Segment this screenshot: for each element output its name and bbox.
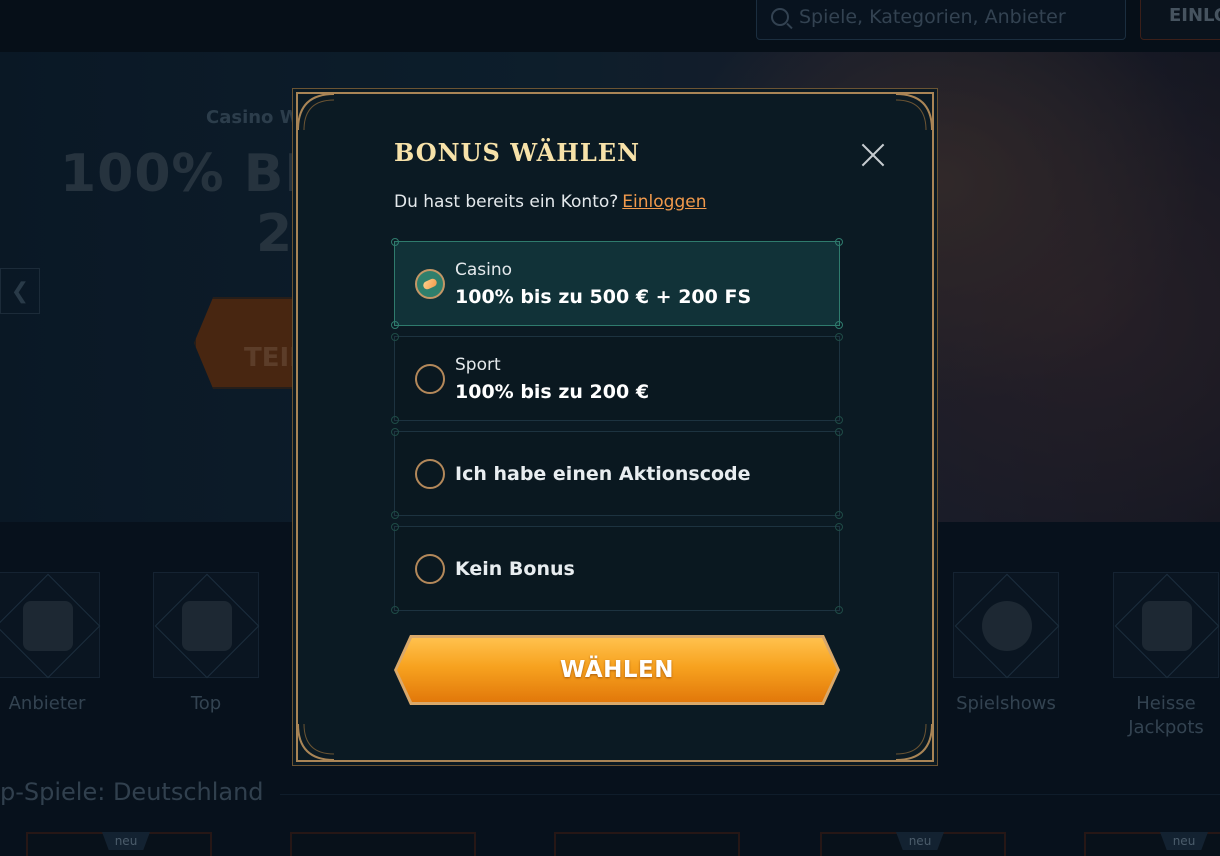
corner-ornament (297, 93, 335, 131)
bonus-modal: BONUS WÄHLEN Du hast bereits ein Konto? E… (296, 92, 934, 762)
bonus-option-sport[interactable]: Sport 100% bis zu 200 € (391, 333, 843, 424)
corner-ornament (895, 723, 933, 761)
modal-title: BONUS WÄHLEN (394, 138, 641, 167)
radio-none[interactable] (415, 554, 445, 584)
choose-bonus-label: WÄHLEN (397, 638, 837, 702)
close-icon[interactable] (856, 138, 890, 172)
choose-bonus-button[interactable]: WÄHLEN (394, 635, 840, 705)
login-link[interactable]: Einloggen (622, 192, 706, 212)
radio-promo-code[interactable] (415, 459, 445, 489)
option-description: 100% bis zu 500 € + 200 FS (455, 286, 752, 308)
corner-ornament (895, 93, 933, 131)
radio-sport[interactable] (415, 364, 445, 394)
option-name: Sport (455, 355, 501, 375)
option-name: Casino (455, 260, 513, 280)
account-prompt-text: Du hast bereits ein Konto? (394, 192, 619, 212)
option-label: Kein Bonus (455, 558, 575, 580)
corner-ornament (297, 723, 335, 761)
option-description: 100% bis zu 200 € (455, 381, 650, 403)
option-label: Ich habe einen Aktionscode (455, 463, 751, 485)
bonus-option-none[interactable]: Kein Bonus (391, 523, 843, 614)
bonus-option-promo-code[interactable]: Ich habe einen Aktionscode (391, 428, 843, 519)
bonus-option-casino[interactable]: Casino 100% bis zu 500 € + 200 FS (391, 238, 843, 329)
radio-casino[interactable] (415, 269, 445, 299)
account-prompt: Du hast bereits ein Konto? Einloggen (394, 192, 706, 212)
